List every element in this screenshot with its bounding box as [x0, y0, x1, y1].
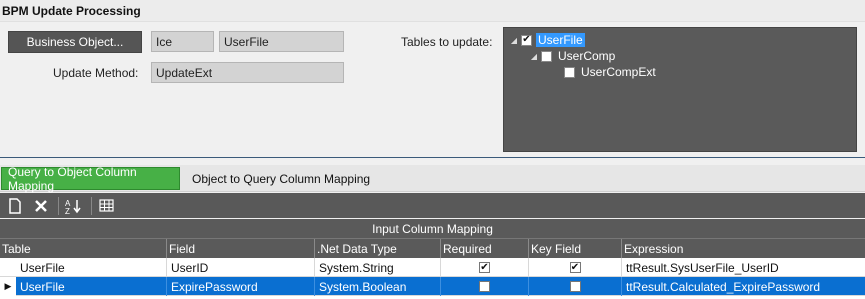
business-object-button[interactable]: Business Object...	[8, 31, 142, 53]
tree-node-usercomp[interactable]: ◢ UserComp	[529, 48, 617, 64]
tree-node-label: UserComp	[558, 49, 616, 63]
cell-field[interactable]: UserID	[167, 258, 315, 277]
column-header-required[interactable]: Required	[441, 239, 529, 258]
table-row[interactable]: ▶ UserFile ExpirePassword System.Boolean…	[0, 277, 865, 296]
toolbar-separator	[91, 196, 92, 215]
grid-settings-icon[interactable]	[96, 196, 118, 216]
tree-node-label: UserFile	[536, 33, 585, 47]
checkbox-checked-icon[interactable]: ✔	[479, 262, 490, 273]
checkbox-checked-icon[interactable]: ✔	[569, 262, 581, 273]
business-object-name-field[interactable]: UserFile	[219, 31, 344, 52]
cell-required[interactable]	[441, 277, 529, 296]
tables-to-update-label: Tables to update:	[401, 35, 493, 49]
sort-az-icon[interactable]: AZ	[63, 196, 85, 216]
grid-column-headers: Table Field .Net Data Type Required Key …	[0, 239, 865, 258]
tree-node-usercompext[interactable]: UserCompExt	[564, 64, 658, 80]
delete-icon[interactable]	[30, 196, 52, 216]
grid-toolbar: AZ	[0, 193, 865, 218]
cell-table[interactable]: UserFile	[16, 258, 167, 277]
cell-net-data-type[interactable]: System.String	[315, 258, 441, 277]
header-bar: BPM Update Processing	[0, 0, 865, 22]
toolbar-separator	[58, 196, 59, 215]
cell-field[interactable]: ExpirePassword	[167, 277, 315, 296]
update-method-label: Update Method:	[53, 66, 139, 80]
new-icon[interactable]	[4, 196, 26, 216]
tab-object-to-query[interactable]: Object to Query Column Mapping	[186, 167, 376, 190]
column-header-net-data-type[interactable]: .Net Data Type	[315, 239, 441, 258]
checkbox-unchecked-icon[interactable]	[569, 281, 581, 292]
checkbox-unchecked-icon[interactable]	[564, 66, 575, 78]
update-method-field[interactable]: UpdateExt	[151, 62, 344, 83]
cell-key-field[interactable]: ✔	[529, 258, 622, 277]
expand-triangle-icon[interactable]: ◢	[529, 52, 539, 61]
business-object-namespace-field[interactable]: Ice	[151, 31, 214, 52]
expand-triangle-icon[interactable]: ◢	[509, 36, 519, 45]
cell-table[interactable]: UserFile	[16, 277, 167, 296]
cell-required[interactable]: ✔	[441, 258, 529, 277]
cell-key-field[interactable]	[529, 277, 622, 296]
column-header-expression[interactable]: Expression	[622, 239, 865, 258]
checkbox-checked-icon[interactable]: ✔	[521, 34, 532, 46]
cell-net-data-type[interactable]: System.Boolean	[315, 277, 441, 296]
page-title: BPM Update Processing	[2, 4, 141, 18]
svg-text:Z: Z	[65, 207, 70, 214]
checkbox-unchecked-icon[interactable]	[541, 50, 552, 62]
row-selector[interactable]	[0, 258, 16, 277]
mapping-tabs: Query to Object Column Mapping Object to…	[0, 165, 865, 193]
tree-node-label: UserCompExt	[581, 65, 656, 79]
column-header-field[interactable]: Field	[167, 239, 315, 258]
table-row[interactable]: UserFile UserID System.String ✔ ✔ ttResu…	[0, 258, 865, 277]
grid-group-header: Input Column Mapping	[0, 219, 865, 239]
tab-query-to-object[interactable]: Query to Object Column Mapping	[1, 165, 180, 193]
mapping-grid: Input Column Mapping Table Field .Net Da…	[0, 219, 865, 299]
cell-expression[interactable]: ttResult.Calculated_ExpirePassword	[622, 277, 865, 296]
column-header-key-field[interactable]: Key Field	[529, 239, 622, 258]
column-header-table[interactable]: Table	[0, 239, 167, 258]
checkbox-unchecked-icon[interactable]	[479, 281, 490, 292]
row-pointer-icon[interactable]: ▶	[0, 277, 16, 296]
section-divider	[0, 157, 865, 158]
tree-node-userfile[interactable]: ◢ ✔ UserFile	[509, 32, 585, 48]
tables-tree[interactable]: ◢ ✔ UserFile ◢ UserComp UserCompExt	[503, 27, 857, 152]
cell-expression[interactable]: ttResult.SysUserFile_UserID	[622, 258, 865, 277]
